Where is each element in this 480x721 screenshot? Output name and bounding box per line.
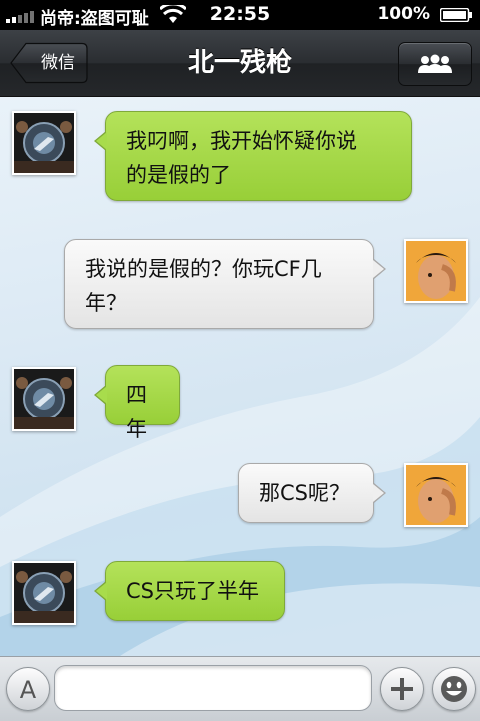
plus-icon [391,678,413,700]
message-input[interactable] [54,665,372,711]
avatar-game-icon [14,563,74,623]
message-text-line: 四年 [126,383,147,441]
message-bubble-received[interactable]: 我叼啊，我开始怀疑你说 的是假的了 [105,111,412,201]
avatar-contact[interactable] [12,367,76,431]
message-input-bar: A [0,656,480,721]
avatar-game-icon [14,369,74,429]
message-text-line: 的是假的了 [126,163,231,187]
message-text-line: 年？ [85,291,127,315]
emoji-button[interactable] [432,667,476,711]
chat-message-list[interactable]: 我叼啊，我开始怀疑你说 的是假的了 我说的是假的？你玩CF几 年？ 四年 那CS… [0,97,480,656]
back-button[interactable]: 微信 [10,42,88,84]
svg-text:A: A [20,676,37,704]
avatar-game-icon [14,113,74,173]
bubble-tail [96,386,107,404]
navigation-bar: 微信 北一残枪 [0,30,480,97]
letter-a-icon: A [20,676,37,704]
avatar-contact[interactable] [12,111,76,175]
message-text-line: 我说的是假的？你玩CF几 [85,257,322,281]
message-text-line: 我叼啊，我开始怀疑你说 [126,129,357,153]
smiley-icon [441,676,467,702]
avatar-self[interactable] [404,239,468,303]
battery-percent: 100% [377,4,430,24]
avatar-contact[interactable] [12,561,76,625]
avatar-photo-icon [406,465,466,525]
avatar-self[interactable] [404,463,468,527]
bubble-tail [96,582,107,600]
message-bubble-sent[interactable]: 那CS呢？ [238,463,374,523]
battery-icon [440,8,472,22]
back-button-label: 微信 [41,53,75,73]
group-people-icon [418,54,452,73]
message-bubble-received[interactable]: CS只玩了半年 [105,561,285,621]
message-text-line: CS只玩了半年 [126,579,259,603]
keyboard-toggle-button[interactable]: A [6,667,50,711]
bubble-tail [373,260,384,278]
avatar-photo-icon [406,241,466,301]
bubble-tail [373,484,384,502]
message-bubble-received[interactable]: 四年 [105,365,180,441]
message-text-line: 那CS呢？ [259,481,350,505]
message-bubble-sent[interactable]: 我说的是假的？你玩CF几 年？ [64,239,374,329]
chat-info-button[interactable] [398,42,472,86]
add-attachment-button[interactable] [380,667,424,711]
bubble-tail [96,132,107,150]
status-bar: 尚帝:盗图可耻 22:55 100% [0,0,480,30]
